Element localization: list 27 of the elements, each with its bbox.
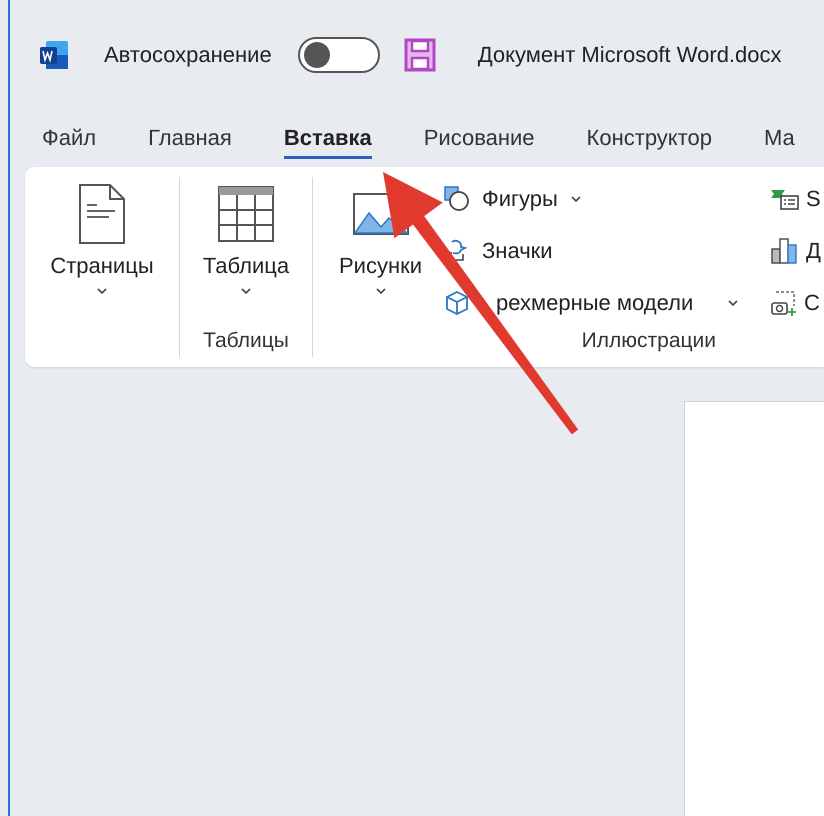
table-icon bbox=[216, 185, 275, 243]
group-label: Таблицы bbox=[202, 329, 290, 353]
save-icon[interactable] bbox=[404, 38, 436, 72]
ribbon-tab[interactable]: Файл bbox=[42, 119, 96, 159]
ribbon-tab[interactable]: Вставка bbox=[284, 119, 372, 159]
ribbon-small-button[interactable]: рехмерные модели bbox=[440, 279, 744, 327]
word-logo-icon bbox=[38, 39, 70, 71]
shapes-icon bbox=[444, 186, 470, 212]
ribbon-tab[interactable]: Рисование bbox=[424, 119, 535, 159]
ribbon-tab[interactable]: Ма bbox=[764, 119, 795, 159]
group-label: Иллюстрации bbox=[580, 329, 717, 353]
ribbon-tab[interactable]: Главная bbox=[148, 119, 232, 159]
ribbon-tab[interactable]: Конструктор bbox=[586, 119, 712, 159]
document-title: Документ Microsoft Word.docx bbox=[478, 42, 782, 68]
ribbon-small-button[interactable]: Фигуры bbox=[440, 175, 744, 223]
screenshot-icon bbox=[770, 289, 798, 317]
cube-icon bbox=[444, 290, 470, 316]
ribbon-small-button[interactable]: Значки bbox=[440, 227, 744, 275]
ribbon-small-button[interactable]: С bbox=[766, 279, 821, 327]
ribbon-large-button[interactable]: Таблица bbox=[196, 181, 296, 329]
ribbon-small-button[interactable]: S bbox=[766, 175, 821, 223]
page-icon bbox=[78, 183, 126, 245]
autosave-toggle[interactable] bbox=[298, 37, 380, 73]
ribbon-large-button[interactable]: Страницы bbox=[44, 181, 160, 329]
ribbon-small-button[interactable]: Д bbox=[766, 227, 821, 275]
autosave-label: Автосохранение bbox=[104, 42, 272, 68]
smartart-icon bbox=[770, 187, 800, 211]
